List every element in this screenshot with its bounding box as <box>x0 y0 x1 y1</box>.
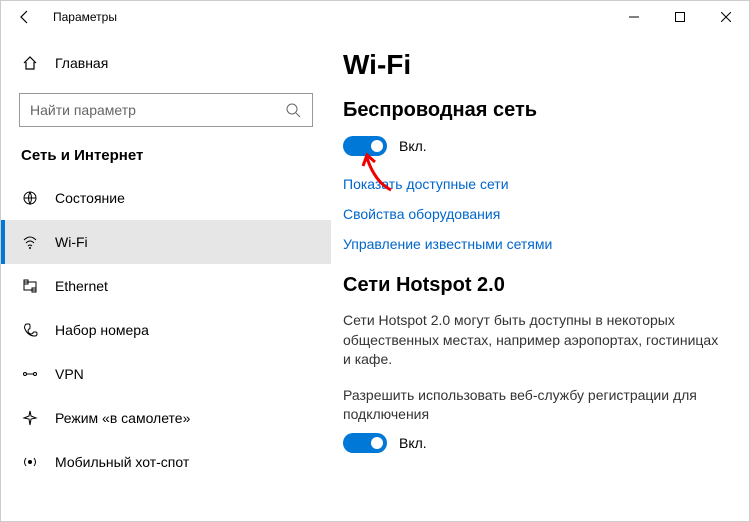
hotspot-toggle[interactable] <box>343 433 387 453</box>
sidebar-home-label: Главная <box>55 55 108 71</box>
ethernet-icon <box>21 278 39 294</box>
hotspot-description: Сети Hotspot 2.0 могут быть доступны в н… <box>343 311 721 370</box>
window-controls <box>611 1 749 33</box>
search-input[interactable]: Найти параметр <box>19 93 313 127</box>
hotspot-toggle-row: Вкл. <box>343 433 721 453</box>
hotspot-heading: Сети Hotspot 2.0 <box>343 274 721 297</box>
sidebar-item-label: Мобильный хот-спот <box>55 454 189 470</box>
content-area: Wi-Fi Беспроводная сеть Вкл. Показать до… <box>331 33 749 521</box>
sidebar-nav[interactable]: Состояние Wi-Fi Ethernet Набор номера VP… <box>1 176 331 521</box>
home-icon <box>21 55 39 71</box>
back-button[interactable] <box>1 1 49 33</box>
hotspot-toggle-label: Вкл. <box>399 435 427 451</box>
titlebar: Параметры <box>1 1 749 33</box>
sidebar-item-label: Набор номера <box>55 322 149 338</box>
sidebar-item-label: VPN <box>55 366 84 382</box>
wireless-heading: Беспроводная сеть <box>343 99 721 122</box>
link-show-networks[interactable]: Показать доступные сети <box>343 176 721 192</box>
sidebar-item-dialup[interactable]: Набор номера <box>1 308 331 352</box>
status-icon <box>21 190 39 206</box>
close-button[interactable] <box>703 1 749 33</box>
page-title: Wi-Fi <box>343 49 721 81</box>
maximize-button[interactable] <box>657 1 703 33</box>
hotspot-icon <box>21 454 39 470</box>
minimize-button[interactable] <box>611 1 657 33</box>
sidebar-home[interactable]: Главная <box>1 43 331 83</box>
sidebar-item-label: Wi-Fi <box>55 234 88 250</box>
sidebar-section-heading: Сеть и Интернет <box>1 141 331 176</box>
settings-window: Параметры Главная Найти параметр Сеть и … <box>0 0 750 522</box>
sidebar-item-label: Состояние <box>55 190 125 206</box>
sidebar-item-airplane[interactable]: Режим «в самолете» <box>1 396 331 440</box>
sidebar-item-status[interactable]: Состояние <box>1 176 331 220</box>
hotspot-allow-label: Разрешить использовать веб-службу регист… <box>343 386 721 425</box>
link-known-networks[interactable]: Управление известными сетями <box>343 236 721 252</box>
dialup-icon <box>21 322 39 338</box>
link-hardware-props[interactable]: Свойства оборудования <box>343 206 721 222</box>
airplane-icon <box>21 410 39 426</box>
search-icon <box>284 102 302 118</box>
wifi-icon <box>21 234 39 250</box>
sidebar-item-hotspot[interactable]: Мобильный хот-спот <box>1 440 331 484</box>
search-placeholder: Найти параметр <box>30 102 136 118</box>
sidebar-item-label: Ethernet <box>55 278 108 294</box>
sidebar-item-wifi[interactable]: Wi-Fi <box>1 220 331 264</box>
sidebar-item-label: Режим «в самолете» <box>55 410 190 426</box>
sidebar: Главная Найти параметр Сеть и Интернет С… <box>1 33 331 521</box>
sidebar-item-vpn[interactable]: VPN <box>1 352 331 396</box>
wifi-toggle-label: Вкл. <box>399 138 427 154</box>
sidebar-item-ethernet[interactable]: Ethernet <box>1 264 331 308</box>
vpn-icon <box>21 366 39 382</box>
wifi-toggle-row: Вкл. <box>343 136 721 156</box>
window-title: Параметры <box>49 10 117 24</box>
wifi-toggle[interactable] <box>343 136 387 156</box>
window-body: Главная Найти параметр Сеть и Интернет С… <box>1 33 749 521</box>
